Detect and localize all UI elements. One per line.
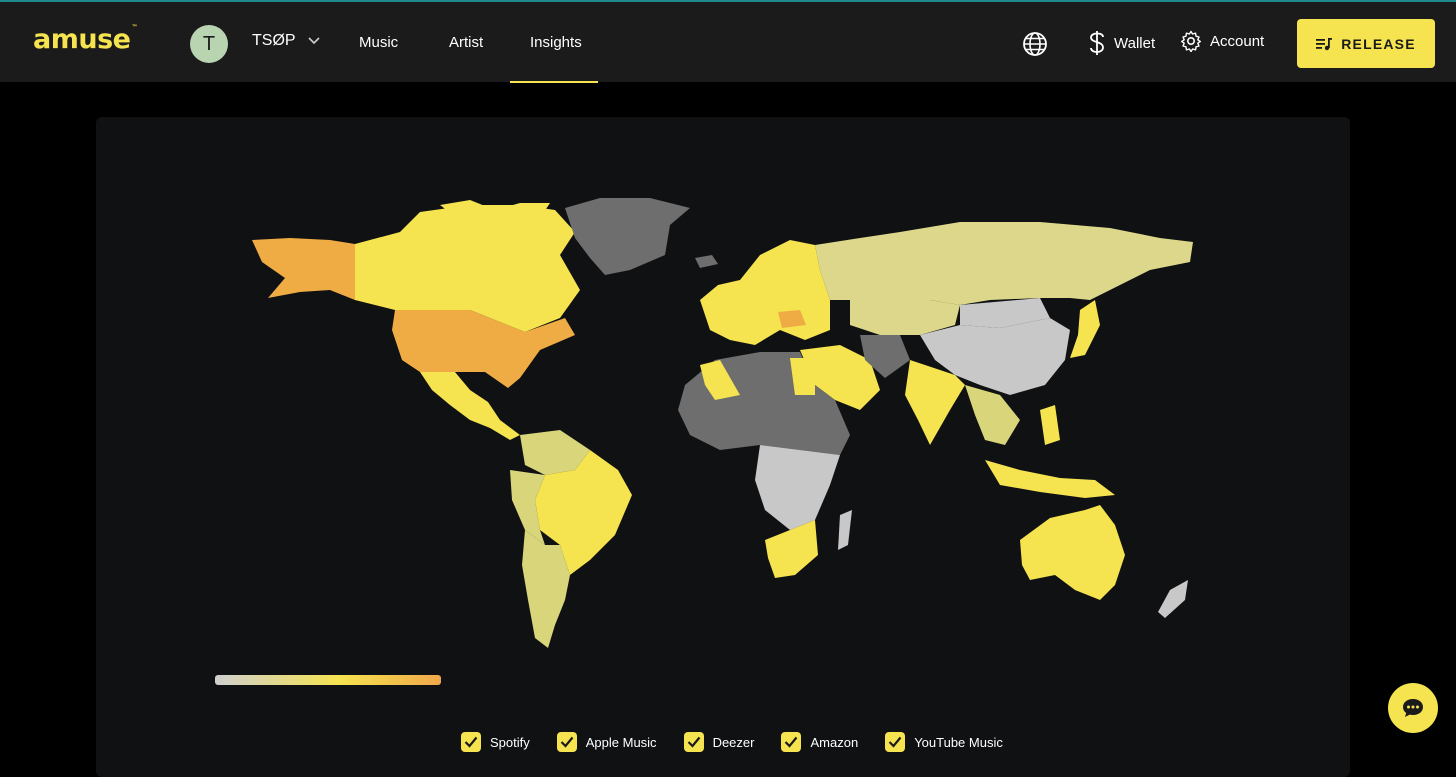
check-icon (785, 736, 798, 748)
platform-filter-legend: Spotify Apple Music Deezer Amazon YouTub… (461, 731, 1030, 753)
support-chat-button[interactable] (1388, 683, 1438, 733)
map-region-philippines[interactable] (1040, 405, 1060, 445)
legend-label: Spotify (490, 734, 530, 750)
legend-item-youtube-music[interactable]: YouTube Music (885, 732, 1003, 752)
map-color-scale (215, 675, 441, 685)
map-region-australia[interactable] (1020, 505, 1125, 600)
check-icon (560, 736, 574, 748)
map-region-madagascar[interactable] (838, 510, 852, 550)
map-region-new-zealand[interactable] (1158, 580, 1188, 618)
map-region-iceland[interactable] (695, 255, 718, 268)
legend-label: Amazon (810, 734, 859, 750)
map-region-japan[interactable] (1070, 300, 1100, 358)
map-region-indonesia[interactable] (985, 460, 1115, 498)
legend-item-amazon[interactable]: Amazon (781, 732, 858, 752)
world-map (252, 198, 1193, 648)
map-region-alaska[interactable] (252, 238, 355, 300)
checkbox[interactable] (885, 732, 906, 752)
legend-label: Deezer (712, 734, 755, 750)
checkbox[interactable] (556, 732, 577, 752)
map-region-greenland[interactable] (565, 198, 690, 275)
legend-item-apple-music[interactable]: Apple Music (556, 732, 657, 752)
checkbox[interactable] (461, 732, 481, 752)
legend-label: Apple Music (585, 734, 657, 750)
checkbox[interactable] (683, 732, 704, 752)
map-region-russia[interactable] (815, 222, 1193, 305)
check-icon (888, 736, 902, 748)
chat-icon (1403, 699, 1423, 717)
checkbox[interactable] (781, 732, 802, 752)
map-region-central-africa[interactable] (755, 445, 840, 530)
legend-label: YouTube Music (914, 734, 1003, 750)
check-icon (687, 736, 700, 748)
check-icon (464, 736, 478, 748)
map-region-europe[interactable] (700, 240, 830, 345)
legend-item-spotify[interactable]: Spotify (461, 732, 530, 752)
legend-item-deezer[interactable]: Deezer (683, 732, 755, 752)
